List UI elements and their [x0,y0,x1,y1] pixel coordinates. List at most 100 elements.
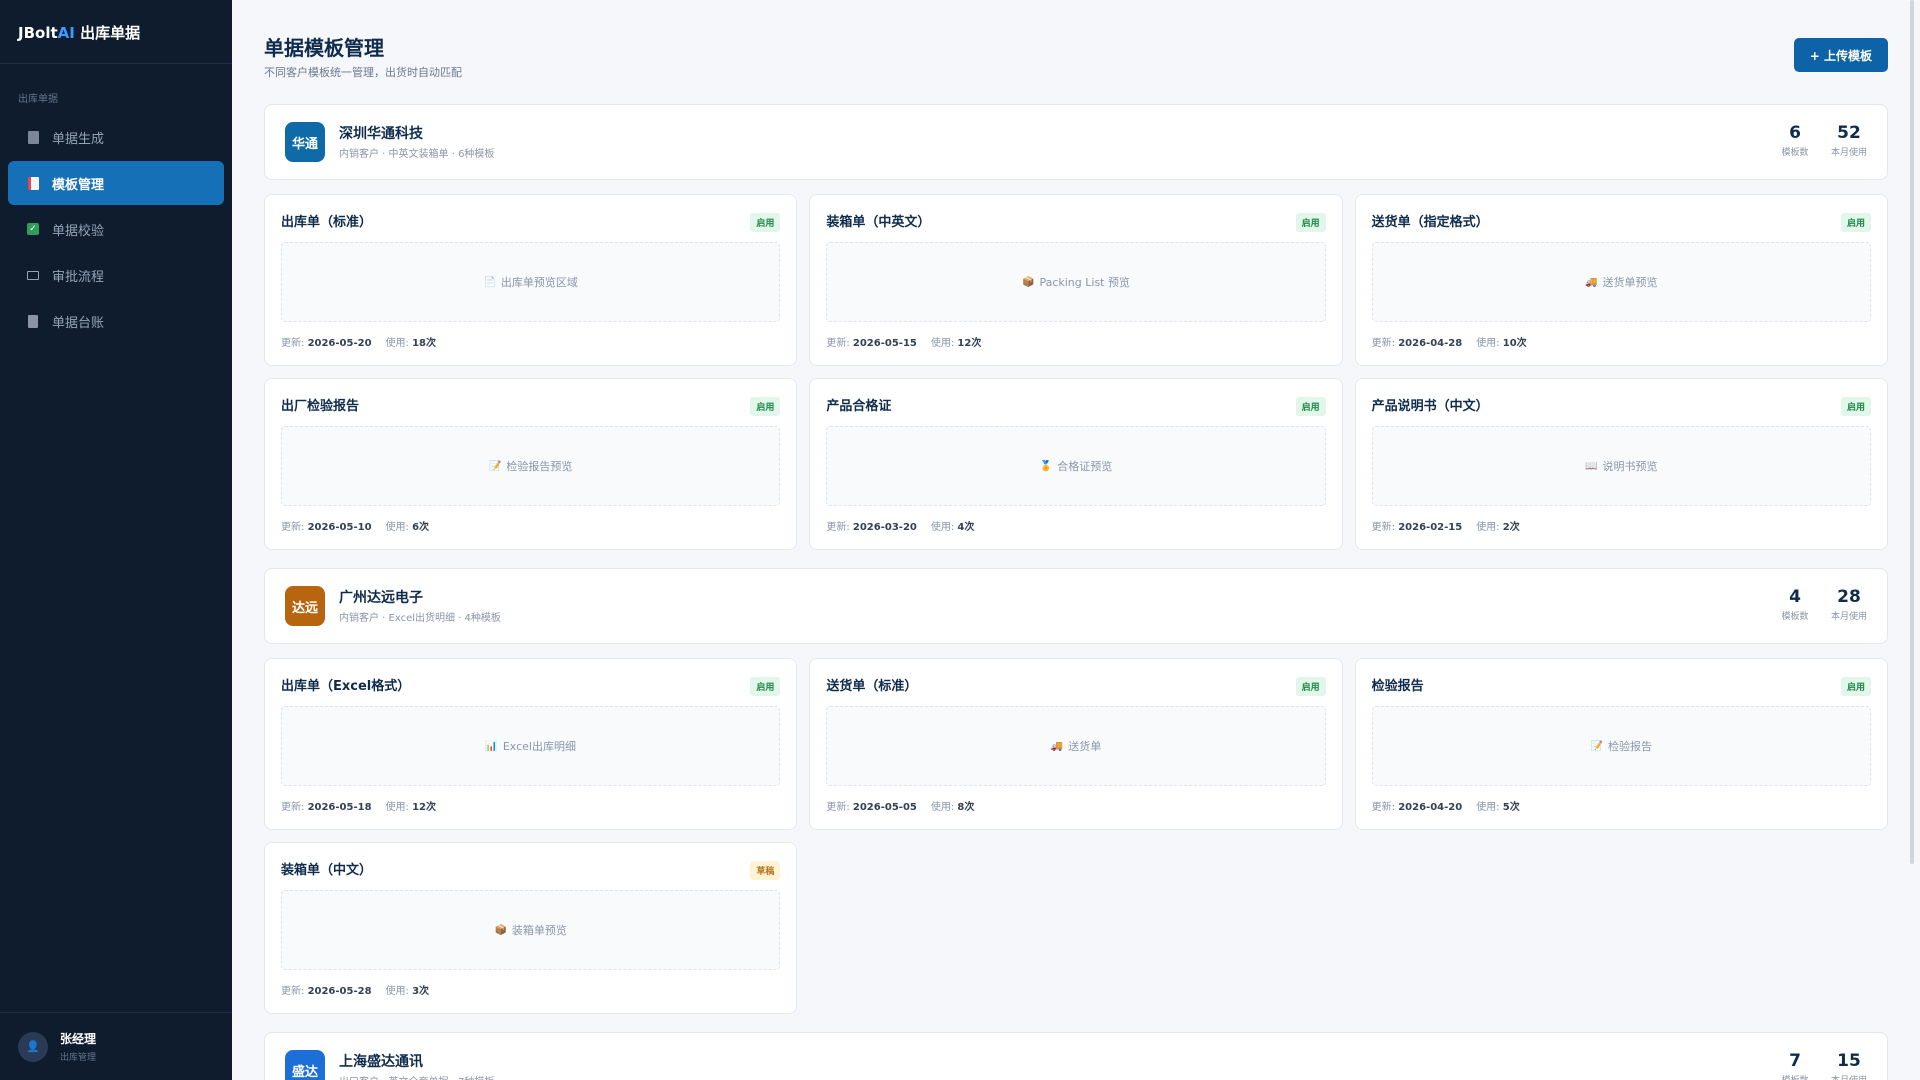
status-badge: 启用 [750,677,781,696]
stat-value: 28 [1837,587,1861,607]
template-card[interactable]: 产品说明书（中文） 启用 📖 说明书预览 更新: 2026-02-15 使用: 2次 [1354,378,1888,550]
stat: 15 本月使用 [1831,1051,1867,1080]
template-card[interactable]: 产品合格证 启用 🏅 合格证预览 更新: 2026-03-20 使用: 4次 [809,378,1343,550]
customer-stats: 6 模板数 52 本月使用 [1777,123,1867,158]
preview-label: 合格证预览 [1057,460,1113,473]
update-date: 2026-05-15 [852,338,917,349]
template-preview[interactable]: 🚚 送货单 [826,706,1326,786]
status-badge: 草稿 [750,861,781,880]
template-card[interactable]: 送货单（指定格式） 启用 🚚 送货单预览更新: 2026-04-28 使用: 10次 [1354,194,1888,366]
customer-description: 内销客户 · Excel出货明细 · 4种模板 [339,613,501,624]
sidebar-item-approval[interactable]: 审批流程 [8,253,224,297]
customer-header[interactable]: 华通 深圳华通科技 内销客户 · 中英文装箱单 · 6种模板 6 模板数 52 本月使用 [264,104,1888,180]
customer-description: 出口客户 · 英文全套单据 · 7种模板 [339,1073,494,1080]
template-preview[interactable]: 📝 检验报告预览 [281,426,781,506]
customer-name: 上海盛达通讯 [339,1054,423,1070]
upload-template-button[interactable]: + 上传模板 [1793,38,1888,72]
template-preview[interactable]: 📄 出库单预览区域 [281,242,781,322]
usage-count: 6次 [412,522,430,533]
page-subtitle: 不同客户模板统一管理，出货时自动匹配 [264,66,462,79]
update-date: 2026-03-20 [852,522,917,533]
update-date: 2026-05-18 [307,802,372,813]
template-card[interactable]: 出厂检验报告 启用 📝 检验报告预览 更新: 2026-05-10 使用: 6次 [264,378,798,550]
usage-label: 使用: [385,802,409,813]
template-title: 装箱单（中英文） [826,215,931,230]
status-badge: 启用 [1295,213,1326,232]
user-profile[interactable]: 👤 张经理 出库管理 [0,1012,232,1080]
usage-label: 使用: [385,522,409,533]
sidebar-item-template-manage[interactable]: 模板管理 [8,161,224,205]
template-preview[interactable]: 🏅 合格证预览 [826,426,1326,506]
preview-icon: 🚚 [1050,740,1064,752]
usage-label: 使用: [930,522,955,533]
preview-icon: 🏅 [1039,460,1053,472]
page-title: 单据模板管理 [264,36,384,60]
template-preview[interactable]: 🚚 送货单预览 [1371,242,1871,322]
template-icon [26,176,40,190]
update-label: 更新: [281,802,305,813]
nav-section-title: 出库单据 [18,94,58,105]
template-preview[interactable]: 📦 装箱单预览 [281,890,781,970]
template-meta: 更新: 2026-05-28 使用: 3次 [281,982,429,997]
sidebar-item-doc-check[interactable]: ✓ 单据校验 [8,207,224,251]
template-title: 送货单（指定格式） [1371,215,1489,230]
template-card[interactable]: 出库单（Excel格式） 启用 📊 Excel出库明细更新: 2026-05-18 使用… [264,658,798,830]
customer-header[interactable]: 盛达上海盛达通讯出口客户 · 英文全套单据 · 7种模板 7 模板数 15 本月使用 [264,1032,1888,1080]
stat-value: 7 [1789,1051,1801,1071]
template-meta: 更新: 2026-05-10 使用: 6次 [281,518,429,533]
usage-count: 8次 [957,802,975,813]
preview-label: 送货单预览 [1602,276,1658,289]
usage-label: 使用: [1476,802,1500,813]
update-label: 更新: [826,802,850,813]
scrollbar[interactable] [1910,0,1914,864]
stat: 7 模板数 [1777,1051,1813,1080]
template-meta: 更新: 2026-05-05 使用: 8次 [826,798,974,813]
template-meta: 更新: 2026-03-20 使用: 4次 [826,518,974,533]
check-icon: ✓ [26,222,40,236]
stat: 52 本月使用 [1831,123,1867,158]
template-card[interactable]: 装箱单（中英文） 启用 📦 Packing List 预览 更新: 2026-05-15… [809,194,1343,366]
status-badge: 启用 [1840,213,1871,232]
template-title: 检验报告 [1371,679,1424,694]
template-title: 装箱单（中文） [281,863,373,878]
update-date: 2026-02-15 [1398,522,1463,533]
template-card[interactable]: 送货单（标准） 启用 🚚 送货单 更新: 2026-05-05 使用: 8次 [809,658,1343,830]
stat: 6 模板数 [1777,123,1813,158]
update-label: 更新: [1371,522,1396,533]
template-preview[interactable]: 📖 说明书预览 [1371,426,1871,506]
avatar: 👤 [18,1031,48,1062]
stat-value: 15 [1837,1051,1861,1071]
usage-count: 12次 [957,338,982,349]
usage-count: 18次 [412,338,437,349]
preview-icon: 📊 [485,740,498,752]
preview-label: 出库单预览区域 [500,276,578,289]
usage-label: 使用: [1476,338,1500,349]
sidebar-item-doc-generate[interactable]: 单据生成 [8,115,224,159]
template-preview[interactable]: 📊 Excel出库明细 [281,706,781,786]
user-role: 出库管理 [60,1053,97,1063]
preview-icon: 📝 [488,460,502,472]
template-card[interactable]: 检验报告 启用 📝 检验报告 更新: 2026-04-20 使用: 5次 [1354,658,1888,830]
user-name: 张经理 [60,1032,97,1046]
document-icon [26,130,40,144]
template-card[interactable]: 装箱单（中文） 草稿 📦 装箱单预览更新: 2026-05-28 使用: 3次 [264,842,798,1014]
brand-suffix: 出库单据 [74,24,141,42]
template-meta: 更新: 2026-04-28 使用: 10次 [1372,334,1527,349]
update-label: 更新: [1371,338,1396,349]
customer-header[interactable]: 达远 广州达远电子 内销客户 · Excel出货明细 · 4种模板 4 模板数 28 本月使… [264,568,1888,644]
usage-label: 使用: [1476,522,1500,533]
stat-label: 模板数 [1781,612,1809,622]
usage-label: 使用: [930,338,955,349]
preview-icon: 📖 [1585,460,1598,472]
template-preview[interactable]: 📝 检验报告 [1371,706,1871,786]
template-card[interactable]: 出库单（标准） 启用 📄 出库单预览区域 更新: 2026-05-20 使用: 18次 [264,194,798,366]
sidebar-item-label: 单据生成 [52,131,105,147]
template-preview[interactable]: 📦 Packing List 预览 [826,242,1326,322]
customer-logo: 华通 [285,122,325,162]
sidebar-item-ledger[interactable]: 单据台账 [8,299,224,343]
template-title: 出库单（Excel格式） [281,679,411,694]
sidebar-item-label: 审批流程 [52,269,105,285]
stat: 4 模板数 [1777,587,1813,622]
preview-label: 检验报告 [1608,740,1653,753]
page-header: 单据模板管理 不同客户模板统一管理，出货时自动匹配 + 上传模板 [264,0,1888,104]
